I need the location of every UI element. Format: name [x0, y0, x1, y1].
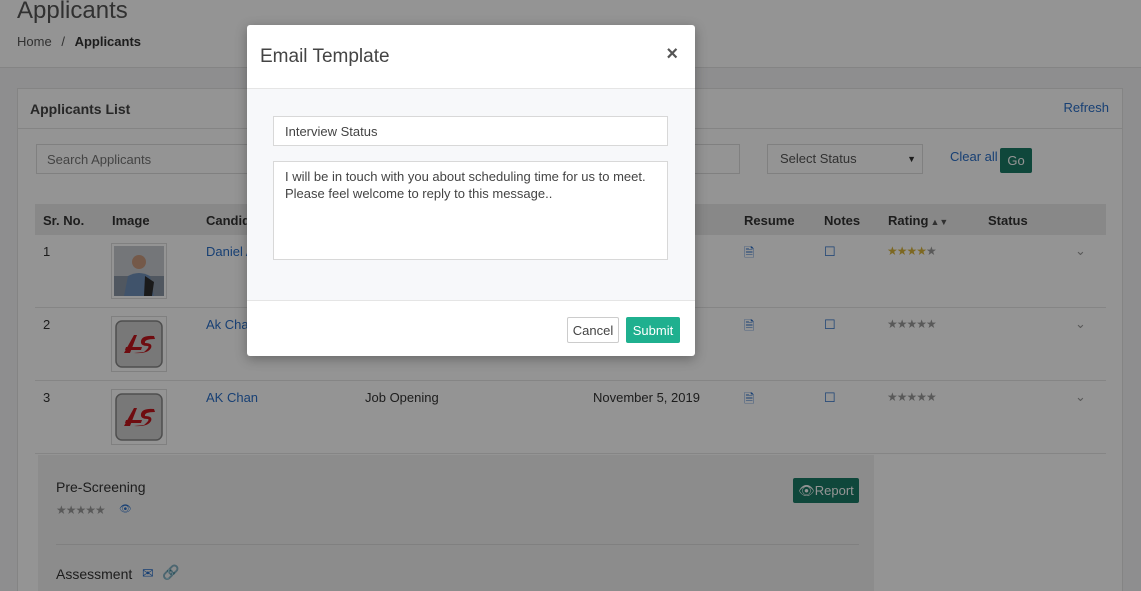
modal-body: I will be in touch with you about schedu… — [247, 89, 695, 301]
close-icon[interactable]: × — [666, 43, 678, 66]
email-subject-input[interactable] — [273, 116, 668, 146]
email-message-textarea[interactable]: I will be in touch with you about schedu… — [273, 161, 668, 260]
submit-button[interactable]: Submit — [626, 317, 680, 343]
cancel-button[interactable]: Cancel — [567, 317, 619, 343]
email-template-modal: Email Template × I will be in touch with… — [247, 25, 695, 356]
modal-header: Email Template × — [247, 25, 695, 89]
modal-title: Email Template — [260, 46, 390, 67]
